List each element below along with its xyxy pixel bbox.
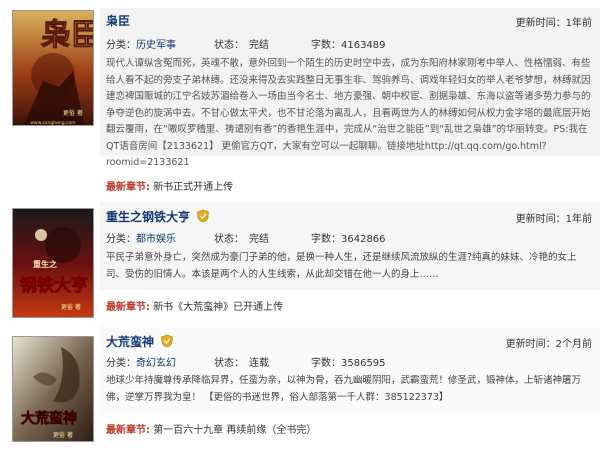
cover-title: 大荒蛮神 bbox=[21, 410, 77, 427]
latest-chapter-link[interactable]: 新书正式开通上传 bbox=[153, 182, 233, 193]
latest-chapter-label: 最新章节: bbox=[106, 425, 150, 436]
cover-url: www.zongheng.com bbox=[30, 120, 75, 126]
latest-chapter-row: 最新章节: 新书《大荒蛮神》已开通上传 bbox=[106, 298, 283, 313]
update-time: 更新时间：1年前 bbox=[515, 18, 592, 29]
category-label: 分类： bbox=[106, 40, 136, 51]
book-item: 重生之 钢铁大亨 更俗 著 重生之钢铁大亨 更新时间：1年前 分类：都市娱乐 状… bbox=[0, 198, 600, 320]
book-cover[interactable]: 大荒蛮神 更俗 著 bbox=[12, 336, 94, 442]
update-time: 更新时间：1年前 bbox=[515, 214, 592, 225]
book-cover[interactable]: 重生之 钢铁大亨 更俗 著 bbox=[12, 208, 94, 318]
latest-chapter-label: 最新章节: bbox=[106, 302, 150, 313]
status: 状态： 完结 bbox=[214, 40, 269, 51]
latest-chapter-label: 最新章节: bbox=[106, 182, 150, 193]
book-title[interactable]: 枭臣 bbox=[106, 14, 130, 28]
cover-art-3: 大荒蛮神 更俗 著 bbox=[13, 337, 93, 441]
vip-badge-icon bbox=[160, 334, 174, 348]
book-cover[interactable]: 枭臣 更俗 著 www.zongheng.com bbox=[12, 10, 94, 126]
status: 状态： 连载 bbox=[214, 358, 269, 369]
category-label: 分类： bbox=[106, 358, 136, 369]
title-row: 枭臣 更新时间：1年前 bbox=[106, 12, 592, 29]
book-item: 大荒蛮神 更俗 著 大荒蛮神 更新时间：2个月前 分类：奇幻玄幻 状态： 连载 … bbox=[0, 323, 600, 461]
book-description: 地球少年持魔尊传承降临异界，任蛮为亲，以神为骨，吞九幽暖阴阳，武霸蛮荒！修圣武，… bbox=[106, 375, 582, 403]
book-title[interactable]: 大荒蛮神 bbox=[106, 335, 154, 349]
category-link[interactable]: 都市娱乐 bbox=[136, 234, 176, 245]
status: 状态： 完结 bbox=[214, 234, 269, 245]
latest-chapter-row: 最新章节: 新书正式开通上传 bbox=[106, 178, 233, 193]
book-title[interactable]: 重生之钢铁大亨 bbox=[106, 210, 190, 224]
cover-art-1: 枭臣 更俗 著 www.zongheng.com bbox=[13, 11, 94, 126]
word-count: 字数：3642866 bbox=[311, 234, 386, 245]
category: 分类：历史军事 bbox=[106, 36, 176, 51]
latest-chapter-row: 最新章节: 第一百六十九章 再续前缘（全书完） bbox=[106, 421, 316, 436]
cover-author: 更俗 著 bbox=[53, 431, 73, 439]
cover-author: 更俗 著 bbox=[63, 109, 83, 117]
category-label: 分类： bbox=[106, 234, 136, 245]
category-link[interactable]: 历史军事 bbox=[136, 40, 176, 51]
update-time: 更新时间：2个月前 bbox=[505, 339, 592, 350]
title-row: 重生之钢铁大亨 更新时间：1年前 bbox=[106, 208, 592, 225]
book-list: 枭臣 更俗 著 www.zongheng.com 枭臣 更新时间：1年前 分类：… bbox=[0, 0, 600, 461]
category-link[interactable]: 奇幻玄幻 bbox=[136, 358, 176, 369]
category: 分类：奇幻玄幻 bbox=[106, 354, 176, 369]
word-count: 字数：3586595 bbox=[311, 358, 386, 369]
latest-chapter-link[interactable]: 新书《大荒蛮神》已开通上传 bbox=[153, 302, 283, 313]
title-row: 大荒蛮神 更新时间：2个月前 bbox=[106, 333, 592, 350]
book-item: 枭臣 更俗 著 www.zongheng.com 枭臣 更新时间：1年前 分类：… bbox=[0, 0, 600, 196]
cover-art-2: 重生之 钢铁大亨 更俗 著 bbox=[13, 209, 93, 317]
book-description: 平民子弟意外身亡，突然成为豪门子弟的他，是换一种人生，还是继续风流放纵的生涯?纯… bbox=[106, 252, 577, 280]
category: 分类：都市娱乐 bbox=[106, 230, 176, 245]
cover-title: 枭臣 bbox=[41, 18, 94, 53]
cover-title: 钢铁大亨 bbox=[20, 275, 88, 296]
book-description: 现代人谭纵含冤而死，英魂不散，意外回到一个陌生的历史时空中去，成为东阳府林家刚考… bbox=[106, 58, 591, 168]
word-count: 字数：4163489 bbox=[311, 40, 386, 51]
cover-prefix: 重生之 bbox=[33, 259, 57, 269]
vip-badge-icon bbox=[196, 209, 210, 223]
cover-author: 更俗 著 bbox=[61, 303, 81, 311]
latest-chapter-link[interactable]: 第一百六十九章 再续前缘（全书完） bbox=[153, 425, 316, 436]
